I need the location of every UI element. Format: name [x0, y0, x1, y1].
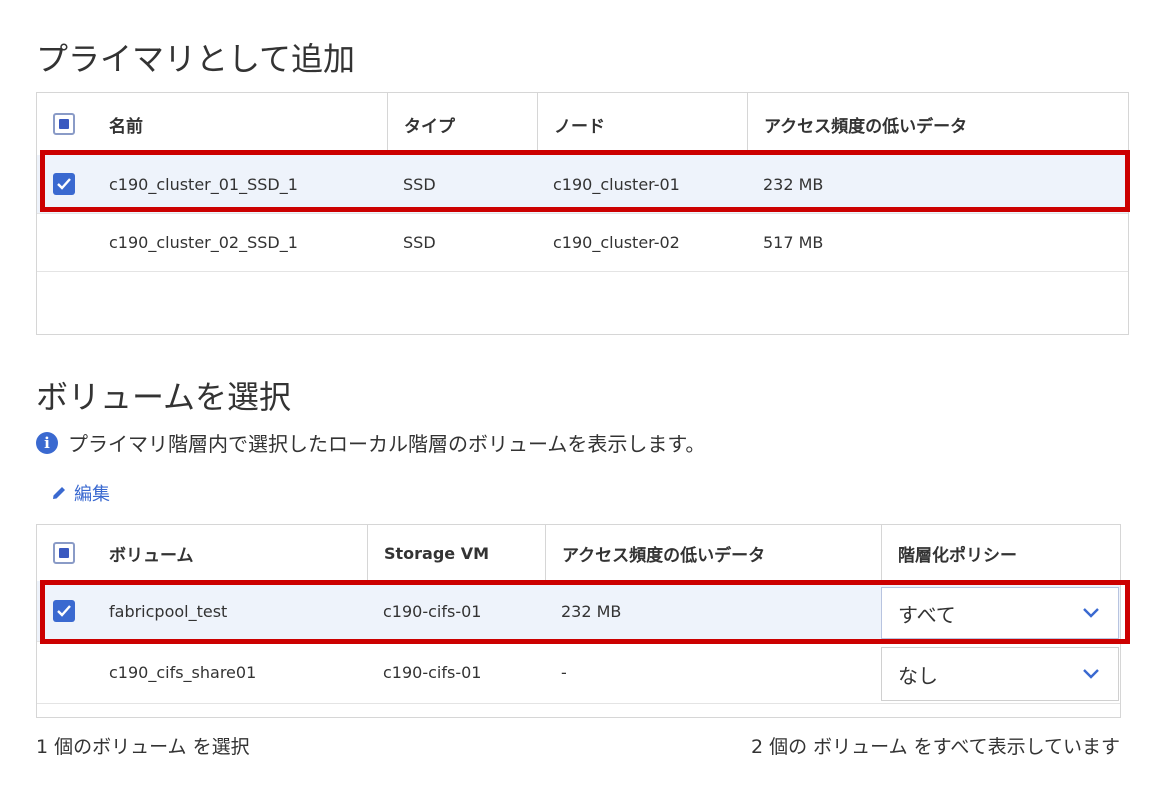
cell-node: c190_cluster-01 — [553, 174, 680, 194]
select-value: すべて — [898, 602, 956, 627]
column-header-storage-vm[interactable]: Storage VM — [367, 525, 545, 581]
cell-type: SSD — [403, 232, 436, 252]
table-header: 名前 タイプ ノード アクセス頻度の低いデータ — [37, 93, 1128, 156]
cell-cold-data: 232 MB — [561, 601, 622, 621]
cell-node: c190_cluster-02 — [553, 232, 680, 252]
column-header-cold-data[interactable]: アクセス頻度の低いデータ — [747, 93, 1129, 155]
tiering-policy-select[interactable]: すべて — [881, 587, 1119, 639]
info-icon: i — [36, 431, 58, 454]
column-header-name[interactable]: 名前 — [93, 93, 387, 155]
cell-storage-vm: c190-cifs-01 — [383, 662, 482, 682]
select-value: なし — [898, 663, 938, 688]
select-all-checkbox[interactable] — [53, 113, 75, 135]
select-all-checkbox[interactable] — [53, 542, 75, 564]
column-header-type[interactable]: タイプ — [387, 93, 537, 155]
info-message: i プライマリ階層内で選択したローカル階層のボリュームを表示します。 — [36, 428, 705, 457]
row-checkbox[interactable] — [53, 173, 75, 195]
cell-volume: c190_cifs_share01 — [109, 662, 257, 682]
cell-volume: fabricpool_test — [109, 601, 228, 621]
selected-count: 1 個のボリューム を選択 — [36, 736, 250, 758]
pencil-icon — [53, 487, 65, 499]
table-header: ボリューム Storage VM アクセス頻度の低いデータ 階層化ポリシー — [37, 525, 1120, 582]
row-checkbox[interactable] — [53, 600, 75, 622]
column-header-tiering-policy[interactable]: 階層化ポリシー — [881, 525, 1121, 581]
check-icon — [57, 178, 71, 190]
cell-storage-vm: c190-cifs-01 — [383, 601, 482, 621]
edit-label: 編集 — [74, 484, 110, 505]
table-row[interactable]: c190_cluster_02_SSD_1 SSD c190_cluster-0… — [37, 213, 1128, 272]
edit-link[interactable]: 編集 — [50, 480, 110, 506]
table-row[interactable]: c190_cluster_01_SSD_1 SSD c190_cluster-0… — [37, 155, 1128, 214]
cell-cold-data: 517 MB — [763, 232, 824, 252]
cell-cold-data: 232 MB — [763, 174, 824, 194]
chevron-down-icon — [1083, 608, 1099, 618]
column-header-cold-data[interactable]: アクセス頻度の低いデータ — [545, 525, 881, 581]
cell-name: c190_cluster_01_SSD_1 — [109, 174, 298, 194]
column-header-node[interactable]: ノード — [537, 93, 747, 155]
chevron-down-icon — [1083, 669, 1099, 679]
column-header-volume[interactable]: ボリューム — [93, 525, 367, 581]
cell-name: c190_cluster_02_SSD_1 — [109, 232, 298, 252]
primary-section-title: プライマリとして追加 — [36, 40, 356, 78]
volume-section-title: ボリュームを選択 — [36, 378, 292, 416]
info-text: プライマリ階層内で選択したローカル階層のボリュームを表示します。 — [68, 432, 706, 456]
shown-count: 2 個の ボリューム をすべて表示しています — [751, 736, 1120, 758]
cell-type: SSD — [403, 174, 436, 194]
cell-cold-data: - — [561, 662, 567, 682]
primary-tier-table: 名前 タイプ ノード アクセス頻度の低いデータ c190_cluster_01_… — [36, 92, 1129, 335]
check-icon — [57, 605, 71, 617]
tiering-policy-select[interactable]: なし — [881, 647, 1119, 701]
